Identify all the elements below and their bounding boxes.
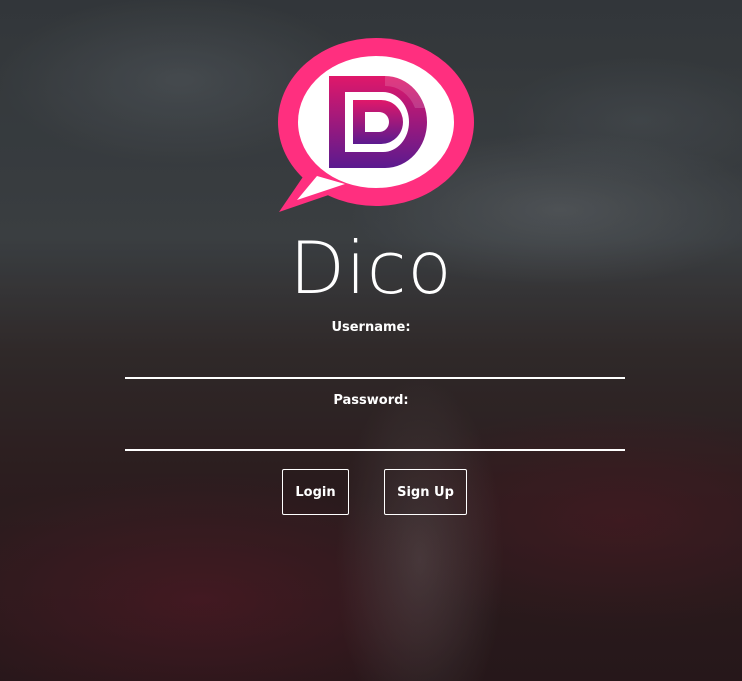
password-label: Password: [333, 393, 409, 408]
login-button[interactable]: Login [282, 469, 349, 515]
password-input[interactable] [125, 417, 625, 451]
app-title: Dico [289, 226, 453, 310]
dico-logo [278, 38, 474, 212]
username-input[interactable] [125, 345, 625, 379]
login-screen: Dico Username: Password: Login Sign Up [0, 0, 742, 681]
signup-button[interactable]: Sign Up [384, 469, 467, 515]
username-label: Username: [331, 320, 411, 335]
